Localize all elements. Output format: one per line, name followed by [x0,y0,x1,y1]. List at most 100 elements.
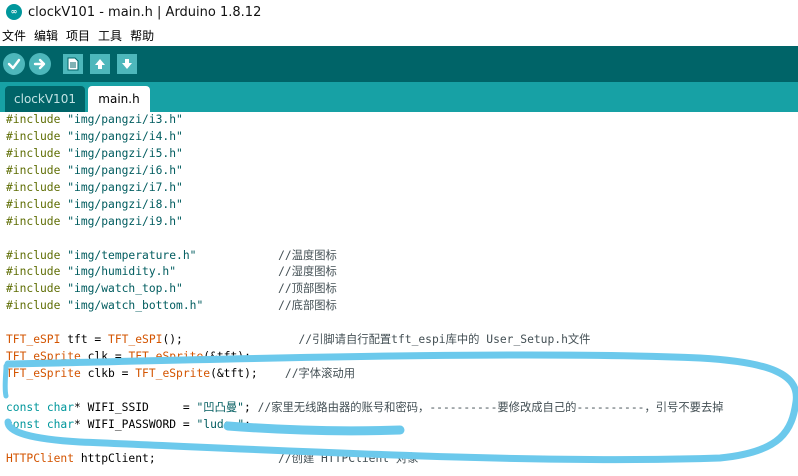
code-line[interactable]: #include "img/temperature.h" //温度图标 [6,248,724,265]
code-token: (&tft); [203,350,251,364]
tab-main-h[interactable]: main.h [88,86,150,112]
code-token: #include [6,146,68,160]
tab-bar: clockV101 main.h [0,82,798,112]
title-bar: ∞ clockV101 - main.h | Arduino 1.8.12 [0,0,798,24]
code-line[interactable]: TFT_eSPI tft = TFT_eSPI(); //引脚请自行配置tft_… [6,332,724,349]
save-icon [122,59,132,69]
code-line[interactable]: #include "img/pangzi/i6.h" [6,163,724,180]
code-line[interactable] [6,315,724,332]
code-line[interactable] [6,383,724,400]
code-token: "img/pangzi/i9.h" [67,214,183,228]
menu-tools[interactable]: 工具 [94,27,126,44]
code-token: httpClient; [74,451,279,465]
code-token: //底部图标 [203,299,337,313]
code-line[interactable]: const char* WIFI_PASSWORD = "ludo…"; [6,417,724,434]
code-token: (); [162,333,299,347]
open-button[interactable] [90,54,110,74]
code-token: TFT_eSprite [6,367,81,381]
code-token: "img/pangzi/i4.h" [67,129,183,143]
upload-icon [33,58,46,70]
code-line[interactable]: #include "img/watch_top.h" //顶部图标 [6,281,724,298]
code-token: "img/temperature.h" [67,248,197,262]
code-token: #include [6,197,68,211]
open-icon [95,59,105,69]
code-token: char [46,400,75,414]
menu-bar: 文件 编辑 项目 工具 帮助 [0,24,798,46]
code-token: TFT_eSprite [135,367,211,381]
code-line[interactable]: #include "img/pangzi/i3.h" [6,112,724,129]
code-line[interactable]: const char* WIFI_SSID = "凹凸曼"; //家里无线路由器… [6,400,724,417]
menu-help[interactable]: 帮助 [126,27,158,44]
code-token: "img/watch_bottom.h" [67,299,204,313]
code-token: #include [6,265,68,279]
save-button[interactable] [117,54,137,74]
code-token: "img/pangzi/i3.h" [67,113,183,126]
code-token: //湿度图标 [176,265,337,279]
code-token: "凹凸曼" [196,400,244,414]
code-token: #include [6,214,68,228]
code-token: const [6,417,41,431]
code-line[interactable]: #include "img/pangzi/i8.h" [6,197,724,214]
menu-file[interactable]: 文件 [0,27,30,44]
code-token: #include [6,163,68,177]
code-editor[interactable]: #include "img/pangzi/i3.h" #include "img/… [0,112,798,476]
code-token: * WIFI_PASSWORD = [74,417,197,431]
code-token: "img/pangzi/i5.h" [67,146,183,160]
code-token: "img/pangzi/i7.h" [67,180,183,194]
code-token: "img/watch_top.h" [67,282,183,296]
arduino-icon: ∞ [6,4,22,20]
code-token: #include [6,299,68,313]
upload-button[interactable] [29,53,51,75]
code-token: * WIFI_SSID = [74,400,197,414]
code-token: //温度图标 [196,248,337,262]
new-icon [67,57,79,71]
tab-clockv101[interactable]: clockV101 [5,86,85,112]
code-token: "ludo [196,417,231,431]
code-line[interactable]: #include "img/humidity.h" //湿度图标 [6,264,724,281]
code-token: #include [6,248,68,262]
menu-sketch[interactable]: 项目 [62,27,94,44]
code-token: #include [6,180,68,194]
code-line[interactable]: #include "img/pangzi/i7.h" [6,180,724,197]
code-token: (&tft); [210,367,285,381]
code-token: clk = [80,350,129,364]
code-line[interactable]: #include "img/pangzi/i5.h" [6,146,724,163]
new-button[interactable] [63,54,83,74]
code-token: //引脚请自行配置tft_espi库中的 User_Setup.h文件 [298,333,591,347]
code-token: #include [6,113,68,126]
code-token: #include [6,282,68,296]
code-line[interactable]: #include "img/pangzi/i9.h" [6,214,724,231]
menu-edit[interactable]: 编辑 [30,27,62,44]
code-token: tft = [60,333,109,347]
verify-icon [7,58,21,70]
code-token: ; [244,417,251,431]
code-token: clkb = [80,367,136,381]
code-token: ; [243,400,258,414]
code-token: TFT_eSprite [6,350,81,364]
code-token: HTTPClient [6,451,75,465]
code-line[interactable]: #include "img/pangzi/i4.h" [6,129,724,146]
window-title: clockV101 - main.h | Arduino 1.8.12 [28,4,262,20]
code-token: "img/pangzi/i8.h" [67,197,183,211]
code-token: char [46,417,75,431]
code-token: //字体滚动用 [284,367,355,381]
code-token: TFT_eSprite [128,350,204,364]
code-line[interactable] [6,231,724,248]
code-line[interactable]: HTTPClient httpClient; //创建 HTTPClient 对… [6,451,724,468]
verify-button[interactable] [3,53,25,75]
code-token: const [6,400,41,414]
code-line[interactable]: #include "img/watch_bottom.h" //底部图标 [6,298,724,315]
code-line[interactable]: TFT_eSprite clkb = TFT_eSprite(&tft); //… [6,366,724,383]
code-line[interactable]: TFT_eSprite clk = TFT_eSprite(&tft); [6,349,724,366]
code-token: TFT_eSPI [6,333,61,347]
toolbar [0,46,798,82]
code-token: "img/humidity.h" [67,265,177,279]
code-token: #include [6,129,68,143]
code-token: TFT_eSPI [108,333,163,347]
code-token: //顶部图标 [182,282,337,296]
code-token: //创建 HTTPClient 对象 [278,451,419,465]
code-token: //家里无线路由器的账号和密码，----------要修改成自己的-------… [257,400,724,414]
code-token: "img/pangzi/i6.h" [67,163,183,177]
code-line[interactable] [6,434,724,451]
